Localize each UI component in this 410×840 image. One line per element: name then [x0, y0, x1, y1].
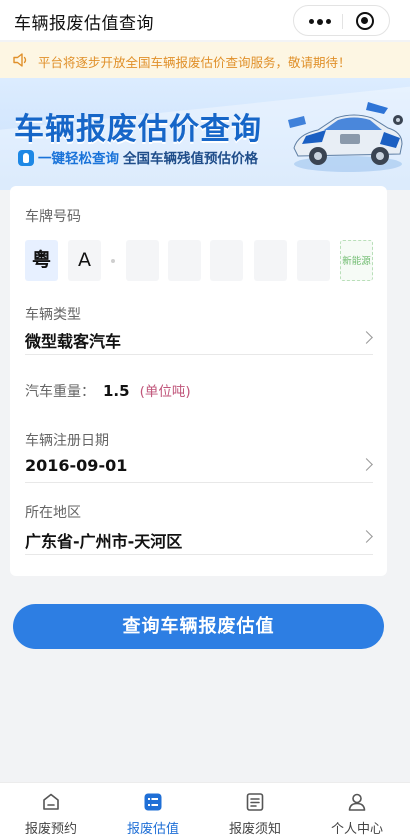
notice-text: 平台将逐步开放全国车辆报废估价查询服务，敬请期待！	[38, 55, 351, 70]
tagline-rest: 全国车辆残值预估价格	[123, 151, 258, 167]
tab-label: 个人中心	[330, 822, 383, 837]
new-energy-plate-box[interactable]: 新能源	[340, 240, 373, 281]
close-miniprogram-icon[interactable]	[356, 12, 374, 30]
tab-label: 报废预约	[24, 822, 77, 837]
tab-personal-center[interactable]: 个人中心	[306, 783, 408, 840]
speaker-icon	[13, 53, 27, 67]
region-value[interactable]: 广东省-广州市-天河区	[25, 528, 182, 552]
tab-scrap-valuation[interactable]: 报废估值	[102, 783, 204, 840]
tap-icon	[18, 150, 34, 166]
tagline-highlight: 一键轻松查询	[38, 151, 119, 167]
weight-unit: (单位吨)	[139, 384, 191, 400]
nav-header: 车辆报废估值查询	[0, 0, 410, 40]
page-title: 车辆报废估值查询	[14, 14, 154, 34]
divider	[25, 554, 373, 555]
tab-scrap-notes[interactable]: 报废须知	[204, 783, 306, 840]
tab-label: 报废估值	[126, 822, 179, 837]
bottom-tab-bar: 报废预约 报废估值 报废须知 个人中心	[0, 782, 410, 840]
plate-label: 车牌号码	[25, 209, 81, 225]
chevron-right-icon[interactable]	[360, 530, 373, 543]
plate-char-box-4[interactable]	[168, 240, 201, 281]
more-icon[interactable]	[309, 18, 331, 25]
query-valuation-button[interactable]: 查询车辆报废估值	[13, 604, 384, 649]
plate-input-row: 粤 A 新能源	[25, 240, 375, 284]
plate-char-box-7[interactable]	[297, 240, 330, 281]
plate-char-box-5[interactable]	[210, 240, 243, 281]
plate-letter-box[interactable]: A	[68, 240, 101, 281]
capsule-divider	[342, 14, 343, 29]
reg-date-label: 车辆注册日期	[25, 433, 109, 449]
plate-separator-dot	[111, 259, 115, 263]
banner-title: 车辆报废估价查询	[14, 112, 262, 147]
plate-char-box-6[interactable]	[254, 240, 287, 281]
user-icon	[348, 793, 366, 811]
vehicle-type-value[interactable]: 微型载客汽车	[25, 328, 121, 352]
divider	[25, 354, 373, 355]
exploded-car-illustration	[288, 102, 403, 172]
home-icon	[43, 793, 59, 810]
tab-scrap-booking[interactable]: 报废预约	[0, 783, 102, 840]
chevron-right-icon[interactable]	[360, 331, 373, 344]
notice-bar: 平台将逐步开放全国车辆报废估价查询服务，敬请期待！	[0, 42, 410, 78]
plate-province-box[interactable]: 粤	[25, 240, 58, 281]
weight-row: 汽车重量： 1.5 (单位吨)	[25, 380, 191, 400]
weight-input[interactable]: 1.5	[103, 382, 130, 400]
weight-label: 汽车重量：	[25, 384, 95, 400]
banner-tagline: 一键轻松查询 全国车辆残值预估价格	[18, 147, 258, 167]
hero-banner: 车辆报废估价查询 一键轻松查询 全国车辆残值预估价格	[0, 78, 410, 190]
reg-date-value[interactable]: 2016-09-01	[25, 456, 127, 475]
chevron-right-icon[interactable]	[360, 458, 373, 471]
plate-char-box-3[interactable]	[126, 240, 159, 281]
region-label: 所在地区	[25, 505, 81, 521]
notice-icon	[246, 793, 264, 811]
vehicle-form-card: 车牌号码 粤 A 新能源 车辆类型 微型载客汽车 汽车重量： 1.5 (单位吨) 车…	[10, 186, 387, 576]
mini-program-capsule	[293, 5, 390, 36]
divider	[25, 482, 373, 483]
vehicle-type-label: 车辆类型	[25, 307, 81, 323]
list-icon	[144, 793, 162, 811]
tab-label: 报废须知	[228, 822, 281, 837]
